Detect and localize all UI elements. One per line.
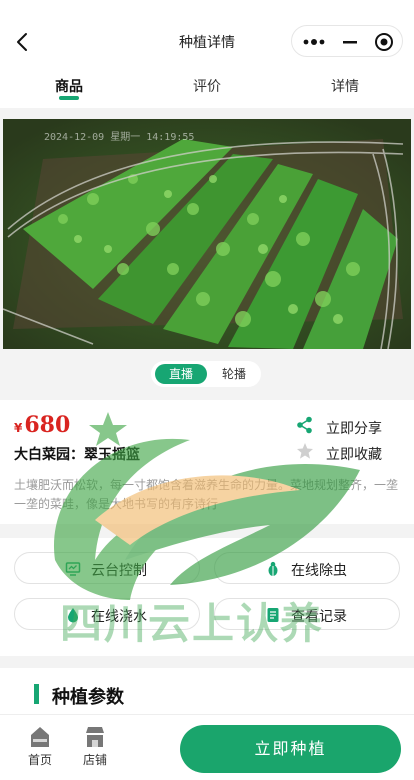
tab-details[interactable]: 详情 bbox=[295, 76, 395, 96]
star-icon bbox=[297, 443, 313, 459]
watering-button[interactable]: 在线浇水 bbox=[14, 598, 200, 630]
garden-name: 大白菜园：翠玉摇篮 bbox=[14, 447, 140, 463]
garden-description: 土壤肥沃而松软，每一寸都饱含着滋养生命的力量。菜地规划整齐，一垄一垄的菜畦，像是… bbox=[14, 478, 399, 511]
tab-reviews[interactable]: 评价 bbox=[157, 76, 257, 96]
leaf-logo bbox=[53, 412, 360, 600]
currency-symbol: ¥ bbox=[14, 421, 23, 435]
home-label: 首页 bbox=[27, 753, 52, 767]
shop-nav-button[interactable]: 店铺 bbox=[75, 725, 115, 768]
ptz-control-button[interactable]: 云台控制 bbox=[14, 552, 200, 584]
minimize-icon[interactable] bbox=[340, 35, 360, 49]
close-target-icon[interactable] bbox=[374, 32, 394, 52]
home-nav-button[interactable]: 首页 bbox=[20, 725, 60, 768]
share-label: 立即分享 bbox=[326, 421, 382, 437]
tab-goods[interactable]: 商品 bbox=[19, 76, 119, 96]
live-toggle[interactable]: 直播 bbox=[155, 364, 207, 384]
shop-icon bbox=[86, 727, 104, 747]
view-records-label: 查看记录 bbox=[291, 609, 347, 625]
monitor-icon bbox=[65, 562, 81, 576]
plant-now-button[interactable]: 立即种植 bbox=[180, 725, 401, 773]
vegetable-garden-picture bbox=[3, 119, 411, 349]
section-accent-bar bbox=[34, 684, 39, 704]
active-tab-indicator bbox=[59, 96, 79, 100]
pest-control-label: 在线除虫 bbox=[291, 563, 347, 579]
view-mode-switch: 直播 轮播 bbox=[151, 361, 261, 387]
planting-params-title: 种植参数 bbox=[52, 687, 124, 708]
camera-timestamp: 2024-12-09 星期一 14:19:55 bbox=[44, 132, 195, 143]
garden-live-image[interactable]: 2024-12-09 星期一 14:19:55 bbox=[3, 119, 411, 349]
ptz-control-label: 云台控制 bbox=[91, 563, 147, 579]
watering-label: 在线浇水 bbox=[91, 609, 147, 625]
top-bar: 种植详情 商品 评价 详情 bbox=[0, 0, 414, 108]
more-dots-icon[interactable] bbox=[302, 35, 326, 49]
bug-icon bbox=[268, 561, 278, 576]
share-icon bbox=[297, 416, 312, 434]
price-value: 680 bbox=[24, 412, 71, 438]
view-records-button[interactable]: 查看记录 bbox=[214, 598, 400, 630]
watermark: 四川云上认养 bbox=[0, 0, 414, 780]
price: ¥680 bbox=[14, 412, 70, 438]
pest-control-button[interactable]: 在线除虫 bbox=[214, 552, 400, 584]
home-icon bbox=[31, 727, 49, 747]
record-icon bbox=[267, 608, 279, 622]
share-button[interactable]: 立即分享 bbox=[296, 416, 406, 437]
water-drop-icon bbox=[68, 608, 78, 623]
favorite-button[interactable]: 立即收藏 bbox=[296, 442, 406, 463]
shop-label: 店铺 bbox=[82, 753, 107, 767]
favorite-label: 立即收藏 bbox=[326, 447, 382, 463]
product-info: ¥680 大白菜园：翠玉摇篮 立即分享 立即收藏 土壤肥沃而松软，每一寸都饱含着… bbox=[0, 400, 414, 524]
bottom-action-bar: 首页 店铺 立即种植 bbox=[0, 714, 414, 780]
carousel-toggle[interactable]: 轮播 bbox=[211, 364, 257, 384]
operations-panel: 云台控制 在线除虫 在线浇水 查看记录 bbox=[0, 538, 414, 656]
mini-program-capsule bbox=[291, 25, 403, 57]
